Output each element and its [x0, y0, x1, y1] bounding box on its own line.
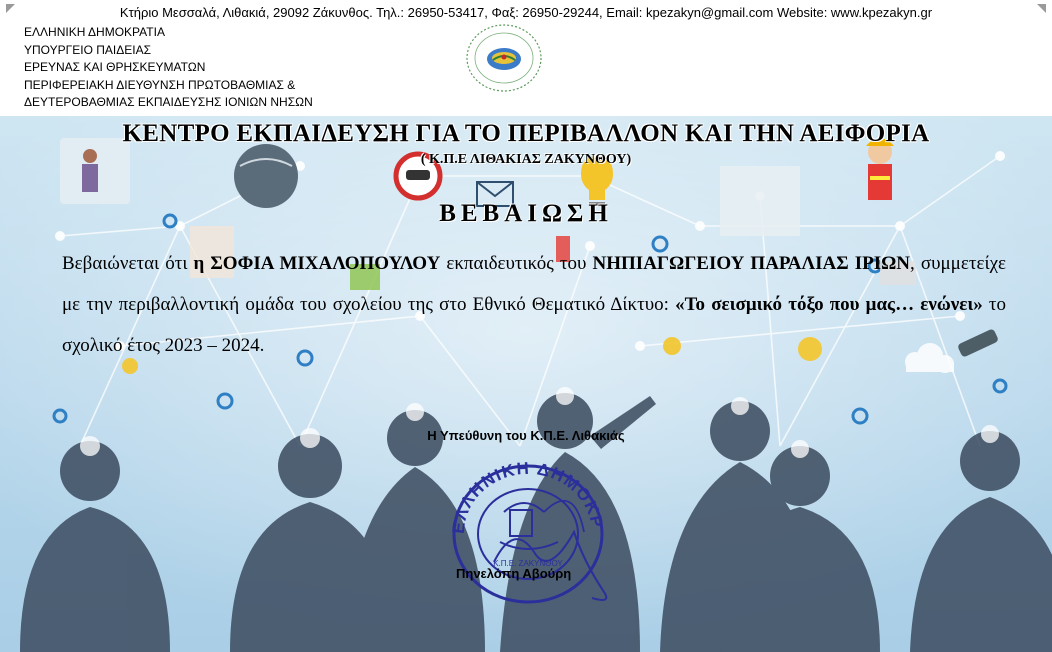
signer-role: Η Υπεύθυνη του Κ.Π.Ε. Λιθακιάς: [427, 428, 625, 443]
authority-block: ΕΛΛΗΝΙΚΗ ΔΗΜΟΚΡΑΤΙΑ ΥΠΟΥΡΓΕΙΟ ΠΑΙΔΕΙΑΣ Ε…: [24, 24, 313, 112]
certificate-heading: ΒΕΒΑΙΩΣΗ: [439, 200, 613, 227]
authority-line: ΔΕΥΤΕΡΟΒΑΘΜΙΑΣ ΕΚΠΑΙΔΕΥΣΗΣ ΙΟΝΙΩΝ ΝΗΣΩΝ: [24, 95, 313, 109]
center-title: ΚΕΝΤΡΟ ΕΚΠΑΙΔΕΥΣΗ ΓΙΑ ΤΟ ΠΕΡΙΒΑΛΛΟΝ ΚΑΙ …: [122, 120, 930, 147]
body-text-part: Βεβαιώνεται ότι: [62, 253, 194, 274]
certificate-body: Βεβαιώνεται ότι η ΣΟΦΙΑ ΜΙΧΑΛΟΠΟΥΛΟΥ εκπ…: [62, 243, 1006, 366]
network-name: «Το σεισμικό τόξο που μας… ενώνει»: [675, 294, 983, 315]
participant-name: η ΣΟΦΙΑ ΜΙΧΑΛΟΠΟΥΛΟΥ: [193, 253, 441, 274]
authority-line: ΥΠΟΥΡΓΕΙΟ ΠΑΙΔΕΙΑΣ: [24, 42, 152, 57]
contact-line: Κτήριο Μεσσαλά, Λιθακιά, 29092 Ζάκυνθος.…: [119, 5, 933, 20]
body-text-part: εκπαιδευτικός του: [440, 253, 593, 274]
official-stamp-icon: ΕΛΛΗΝΙΚΗ ΔΗΜΟΚΡΑΤΙΑ Κ.Π.Ε. ΖΑΚΥΝΘΟΥ: [434, 442, 608, 604]
signer-name: Πηνελόπη Αβούρη: [456, 566, 572, 581]
kpe-emblem-logo: [466, 24, 542, 92]
authority-line: ΕΡΕΥΝΑΣ ΚΑΙ ΘΡΗΣΚΕΥΜΑΤΩΝ: [24, 60, 206, 74]
center-subtitle: ( Κ.Π.Ε ΛΙΘΑΚΙΑΣ ΖΑΚΥΝΘΟΥ): [420, 152, 632, 167]
authority-line: ΕΛΛΗΝΙΚΗ ΔΗΜΟΚΡΑΤΙΑ: [24, 25, 165, 39]
authority-line: ΠΕΡΙΦΕΡΕΙΑΚΗ ΔΙΕΥΘΥΝΣΗ ΠΡΩΤΟΒΑΘΜΙΑΣ &: [24, 77, 296, 92]
school-name: ΝΗΠΙΑΓΩΓΕΙΟΥ ΠΑΡΑΛΙΑΣ ΙΡΙΩΝ: [592, 253, 911, 274]
